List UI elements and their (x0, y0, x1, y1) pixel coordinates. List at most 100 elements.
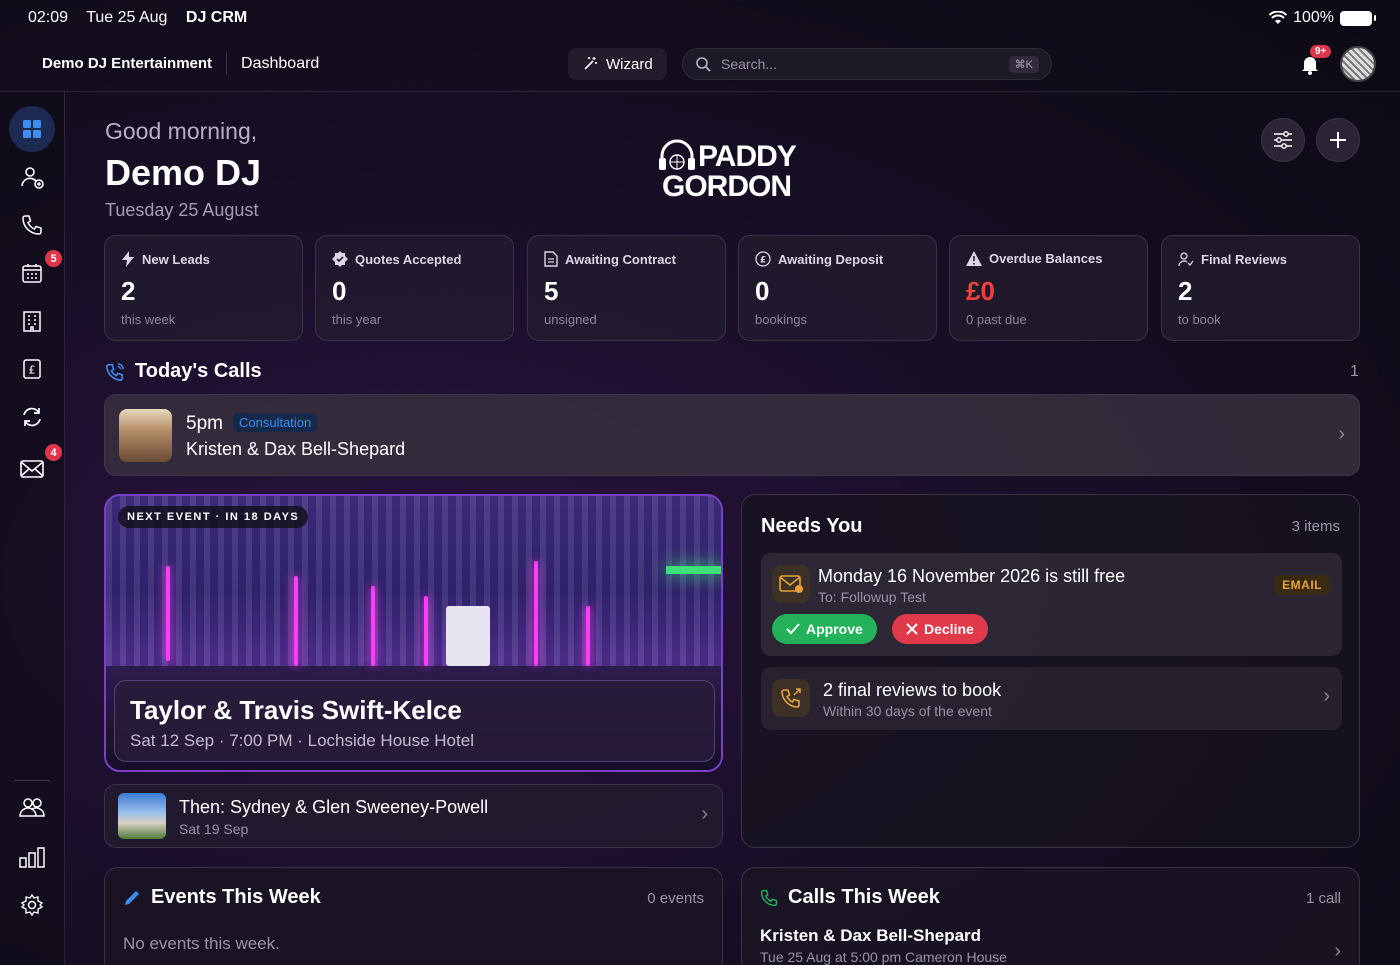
sidebar-item-sync[interactable] (9, 394, 55, 440)
stat-label: Quotes Accepted (332, 251, 461, 267)
calls-week-heading: Calls This Week (760, 886, 940, 909)
calls-this-week-panel: Calls This Week 1 call Kristen & Dax Bel… (741, 867, 1360, 965)
events-this-week-panel: Events This Week 0 events No events this… (104, 867, 723, 965)
check-icon (786, 623, 800, 635)
then-event-date: Sat 19 Sep (179, 821, 249, 837)
sidebar-item-finance[interactable]: £ (9, 346, 55, 392)
avatar[interactable] (1340, 46, 1376, 82)
calls-week-details: Tue 25 Aug at 5:00 pm Cameron House (760, 949, 1007, 965)
events-week-count: 0 events (647, 890, 704, 907)
next-event-title: Taylor & Travis Swift-Kelce (130, 695, 462, 725)
brand-logo: PADDY GORDON (658, 138, 808, 204)
stat-sub: this year (332, 312, 382, 327)
events-week-empty: No events this week. (123, 934, 280, 953)
sidebar-item-venues[interactable] (9, 298, 55, 344)
today-date: Tuesday 25 August (105, 200, 259, 220)
decline-button[interactable]: Decline (892, 614, 988, 644)
status-time: 02:09 (28, 9, 69, 26)
filter-button[interactable] (1261, 118, 1305, 162)
bar-chart-icon (19, 847, 45, 868)
dj-booth (446, 606, 490, 666)
stat-sub: unsigned (544, 312, 597, 327)
refresh-icon (23, 407, 41, 427)
battery-icon (1340, 10, 1376, 26)
green-light (666, 566, 721, 574)
need-sub: Within 30 days of the event (823, 703, 992, 719)
stat-label: New Leads (121, 251, 210, 267)
then-event-thumbnail (118, 793, 166, 839)
next-event-card[interactable]: NEXT EVENT · IN 18 DAYS Taylor & Travis … (104, 494, 723, 772)
stat-label-text: Final Reviews (1201, 251, 1287, 267)
chevron-right-icon: › (701, 803, 708, 825)
needs-item-final-reviews[interactable]: 2 final reviews to book Within 30 days o… (761, 667, 1342, 730)
phone-outgoing-icon (781, 688, 801, 708)
calls-week-title: Calls This Week (788, 886, 940, 908)
calendar-badge: 5 (45, 250, 62, 267)
search-icon (696, 57, 711, 72)
need-title: 2 final reviews to book (823, 680, 1002, 700)
stat-label-text: New Leads (142, 251, 210, 267)
sidebar-item-leads[interactable] (9, 154, 55, 200)
stat-label-text: Awaiting Contract (565, 251, 676, 267)
stat-label: Final Reviews (1178, 251, 1287, 267)
uplight (534, 561, 538, 666)
call-card[interactable]: 5pm Consultation Kristen & Dax Bell-Shep… (104, 394, 1360, 476)
sidebar-item-calls[interactable] (9, 202, 55, 248)
phone-ring-icon (106, 362, 124, 381)
needs-you-count: 3 items (1291, 518, 1340, 535)
sidebar-item-team[interactable] (9, 784, 55, 830)
status-date: Tue 25 Aug (86, 9, 168, 26)
needs-item-date-free[interactable]: Monday 16 November 2026 is still free To… (761, 553, 1342, 656)
plus-icon (1330, 132, 1346, 148)
phone-icon (22, 215, 42, 235)
sidebar-item-settings[interactable] (9, 882, 55, 928)
sidebar-item-dashboard[interactable] (9, 106, 55, 152)
next-event-chip: NEXT EVENT · IN 18 DAYS (118, 506, 309, 528)
call-client-name: Kristen & Dax Bell-Shepard (186, 439, 406, 459)
phone-icon (760, 889, 778, 906)
chevron-right-icon: › (1323, 685, 1330, 707)
mail-icon (20, 460, 44, 478)
greeting: Good morning, (105, 118, 258, 144)
mail-alert-icon (779, 575, 803, 593)
need-icon-box (772, 565, 810, 603)
stat-final-reviews[interactable]: Final Reviews 2 to book (1161, 235, 1360, 341)
then-event-title: Then: Sydney & Glen Sweeney-Powell (179, 797, 489, 817)
uplight (586, 606, 590, 666)
logo-line-2: GORDON (662, 170, 792, 203)
wizard-button[interactable]: Wizard (568, 48, 667, 80)
breadcrumb[interactable]: Dashboard (241, 55, 319, 73)
call-type-badge: Consultation (233, 413, 318, 432)
uplight (166, 566, 170, 661)
stat-label: £ Awaiting Deposit (755, 251, 883, 267)
sidebar-item-reports[interactable] (9, 834, 55, 880)
brand-name[interactable]: Demo DJ Entertainment (42, 55, 212, 72)
stat-value: 0 (755, 276, 770, 306)
stat-label-text: Overdue Balances (989, 251, 1103, 266)
add-button[interactable] (1316, 118, 1360, 162)
search-input[interactable]: Search... ⌘K (682, 48, 1052, 80)
pen-icon (125, 890, 139, 905)
stat-awaiting-contract[interactable]: Awaiting Contract 5 unsigned (527, 235, 726, 341)
check-badge-icon (332, 251, 348, 267)
approve-button[interactable]: Approve (772, 614, 877, 644)
stat-label-text: Quotes Accepted (355, 251, 462, 267)
need-title: Monday 16 November 2026 is still free (818, 566, 1126, 586)
stat-sub: this week (121, 312, 176, 327)
uplight (371, 586, 375, 666)
venue-thumbnail (119, 409, 172, 462)
stat-overdue-balances[interactable]: Overdue Balances £0 0 past due (949, 235, 1148, 341)
todays-calls-title: Today's Calls (135, 360, 262, 382)
stat-awaiting-deposit[interactable]: £ Awaiting Deposit 0 bookings (738, 235, 937, 341)
stat-value: 0 (332, 276, 347, 306)
todays-calls-heading: Today's Calls (105, 360, 262, 383)
grid-icon (23, 120, 41, 138)
stat-value: 2 (121, 276, 136, 306)
stat-new-leads[interactable]: New Leads 2 this week (104, 235, 303, 341)
decline-label: Decline (924, 621, 974, 637)
stat-quotes-accepted[interactable]: Quotes Accepted 0 this year (315, 235, 514, 341)
warning-icon (966, 251, 982, 266)
calls-week-client[interactable]: Kristen & Dax Bell-Shepard (760, 926, 981, 946)
then-event-card[interactable]: Then: Sydney & Glen Sweeney-Powell Sat 1… (104, 784, 723, 848)
document-icon (544, 251, 558, 267)
